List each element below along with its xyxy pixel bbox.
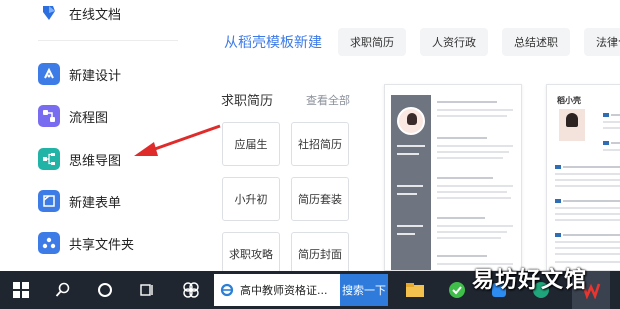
resume-name: 稻小壳 <box>557 96 581 105</box>
category-button-resume-set[interactable]: 简历套装 <box>291 177 349 221</box>
sidebar-divider <box>38 40 178 41</box>
search-query-text: 高中教师资格证... <box>240 284 328 297</box>
page-title: 从稻壳模板新建 <box>224 35 322 51</box>
app-window: 在线文档 新建设计 流程图 思维导图 新建表单 共享文件夹 从稻壳模板新建 求职… <box>0 0 620 271</box>
sidebar: 在线文档 新建设计 流程图 思维导图 新建表单 共享文件夹 <box>0 0 188 271</box>
browser-green-icon[interactable] <box>438 271 476 309</box>
file-explorer-icon[interactable] <box>396 271 434 309</box>
watermark-text: 易坊好文馆 <box>472 268 588 293</box>
sidebar-item-label: 思维导图 <box>69 153 122 169</box>
ie-browser-icon <box>220 283 234 300</box>
sidebar-item-new-design[interactable]: 新建设计 <box>38 63 121 85</box>
see-all-link[interactable]: 查看全部 <box>306 92 350 108</box>
design-icon <box>38 63 60 85</box>
category-button-experienced[interactable]: 社招简历 <box>291 122 349 166</box>
category-button-graduate[interactable]: 应届生 <box>222 122 280 166</box>
cortana-icon[interactable] <box>86 271 124 309</box>
sidebar-item-label: 在线文档 <box>69 7 122 23</box>
search-submit-button[interactable]: 搜索一下 <box>340 274 388 306</box>
category-button-resume-cover[interactable]: 简历封面 <box>291 232 349 271</box>
sidebar-item-online-doc[interactable]: 在线文档 <box>38 2 121 24</box>
category-chip-hr-admin[interactable]: 人资行政 <box>420 28 488 56</box>
section-title: 求职简历 <box>221 94 274 109</box>
form-icon <box>38 190 60 212</box>
sidebar-item-new-form[interactable]: 新建表单 <box>38 190 121 212</box>
main-content: 从稻壳模板新建 求职简历 人资行政 总结述职 法律合 求职简历 查看全部 应届生… <box>188 0 620 271</box>
sidebar-item-label: 新建表单 <box>69 195 122 211</box>
task-view-icon[interactable] <box>128 271 166 309</box>
flowchart-icon <box>38 105 60 127</box>
sidebar-item-shared-folder[interactable]: 共享文件夹 <box>38 232 134 254</box>
sidebar-item-label: 新建设计 <box>69 68 122 84</box>
resume-template-thumbnail[interactable]: 稻小壳 <box>546 84 620 271</box>
category-chip-legal[interactable]: 法律合 <box>584 28 620 56</box>
avatar <box>397 107 425 135</box>
category-chip-resume[interactable]: 求职简历 <box>338 28 406 56</box>
online-doc-icon <box>38 2 60 24</box>
category-button-job-guide[interactable]: 求职攻略 <box>222 232 280 271</box>
resume-template-thumbnail[interactable] <box>384 84 522 271</box>
windows-start-icon[interactable] <box>2 271 40 309</box>
app-flower-icon[interactable] <box>172 271 210 309</box>
sidebar-item-mindmap[interactable]: 思维导图 <box>38 148 121 170</box>
profile-photo <box>559 109 585 141</box>
sidebar-item-flowchart[interactable]: 流程图 <box>38 105 108 127</box>
mindmap-icon <box>38 148 60 170</box>
taskbar-search-input[interactable]: 高中教师资格证... <box>214 274 340 306</box>
sidebar-item-label: 共享文件夹 <box>69 237 135 253</box>
category-button-junior-high[interactable]: 小升初 <box>222 177 280 221</box>
search-icon[interactable] <box>44 271 82 309</box>
sidebar-item-label: 流程图 <box>69 110 109 126</box>
shared-folder-icon <box>38 232 60 254</box>
category-chip-summary[interactable]: 总结述职 <box>502 28 570 56</box>
